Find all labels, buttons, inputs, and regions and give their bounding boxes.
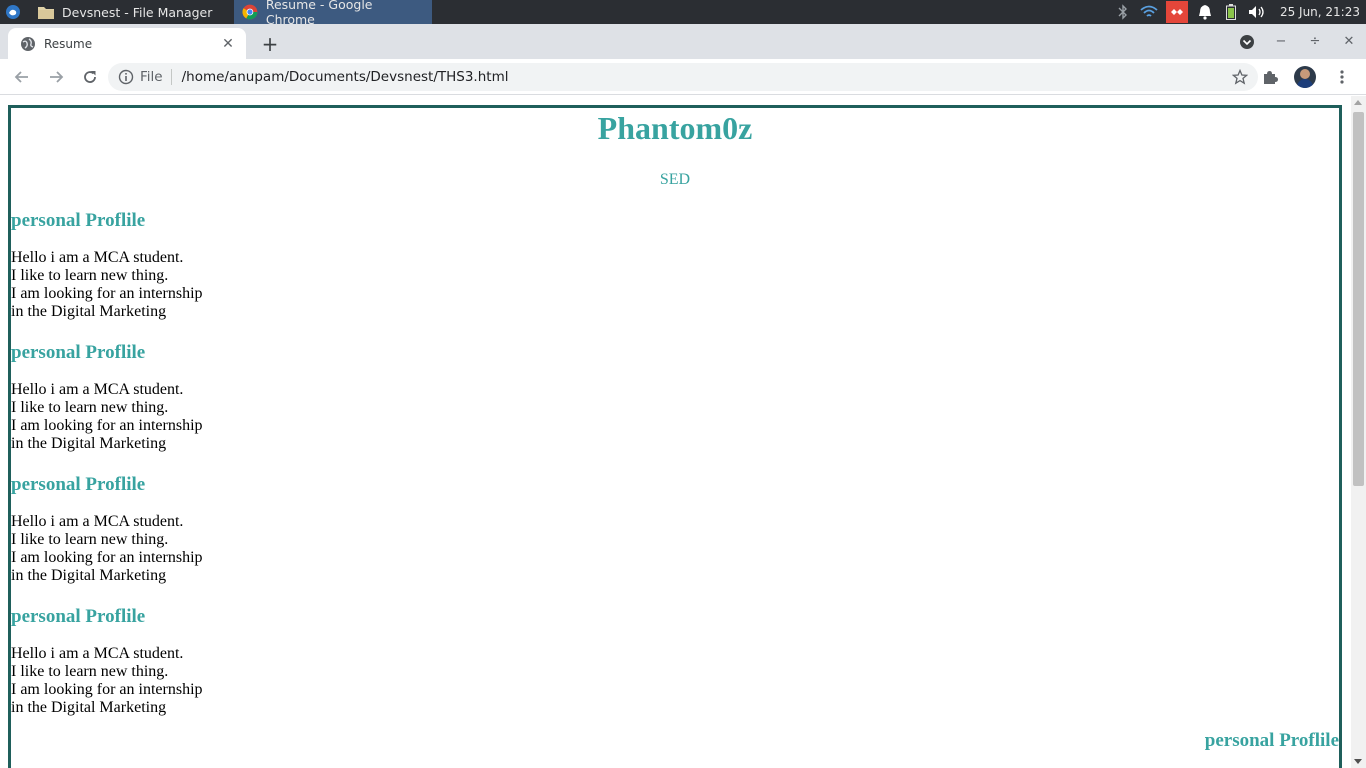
text-line: in the Digital Marketing — [11, 303, 167, 320]
text-line: Hello i am a MCA student. — [11, 381, 184, 398]
text-line: Hello i am a MCA student. — [11, 513, 184, 530]
section-heading: personal Proflile — [11, 606, 146, 627]
window-controls: − ÷ ✕ — [1230, 24, 1366, 59]
puzzle-icon — [1264, 71, 1278, 84]
start-menu-button[interactable] — [0, 0, 26, 24]
forward-button[interactable] — [40, 61, 72, 93]
text-line: in the Digital Marketing — [11, 435, 167, 452]
close-icon: ✕ — [1343, 34, 1355, 49]
taskbar-item-chrome[interactable]: Resume - Google Chrome — [234, 0, 432, 27]
globe-icon — [21, 36, 35, 51]
section-heading: personal Proflile — [11, 210, 146, 231]
volume-icon[interactable] — [1248, 3, 1266, 21]
page-viewport: Phantom0z SED personal Proflile Hello i … — [0, 96, 1366, 768]
extensions-area — [1252, 63, 1358, 91]
url-text[interactable]: /home/anupam/Documents/Devsnest/THS3.htm… — [182, 69, 1232, 85]
system-tray: 25 Jun, 21:23 — [1114, 0, 1366, 24]
minimize-button[interactable]: − — [1264, 24, 1298, 59]
profile-section: personal Proflile Hello i am a MCA stude… — [11, 606, 1339, 717]
browser-toolbar: File /home/anupam/Documents/Devsnest/THS… — [0, 59, 1366, 95]
reload-button[interactable] — [74, 61, 106, 93]
tab-title: Resume — [44, 36, 93, 51]
profile-section: personal Proflile Hello i am a MCA stude… — [11, 474, 1339, 585]
text-line: I like to learn new thing. — [11, 663, 169, 680]
section-text: Hello i am a MCA student. I like to lear… — [11, 249, 1339, 321]
text-line: in the Digital Marketing — [11, 699, 167, 716]
close-tab-icon[interactable]: ✕ — [220, 36, 236, 52]
browser-tab-strip: Resume ✕ + − ÷ ✕ — [0, 24, 1366, 59]
chrome-icon — [242, 4, 258, 20]
section-text: Hello i am a MCA student. I like to lear… — [11, 381, 1339, 453]
maximize-button[interactable]: ÷ — [1298, 24, 1332, 59]
info-icon[interactable] — [118, 69, 134, 85]
address-bar[interactable]: File /home/anupam/Documents/Devsnest/THS… — [108, 63, 1258, 91]
minimize-icon: − — [1275, 34, 1287, 49]
page-subtitle: SED — [659, 171, 691, 188]
tab-resume[interactable]: Resume ✕ — [8, 28, 246, 59]
maximize-icon: ÷ — [1309, 34, 1321, 49]
arrow-right-icon — [50, 70, 64, 83]
chevron-down-circle-icon — [1240, 34, 1254, 49]
back-button[interactable] — [6, 61, 38, 93]
wifi-icon[interactable] — [1140, 3, 1158, 21]
reload-icon — [84, 70, 96, 83]
scroll-down-arrow-icon[interactable] — [1354, 759, 1362, 764]
bluetooth-icon[interactable] — [1114, 3, 1132, 21]
battery-icon[interactable] — [1222, 3, 1240, 21]
new-tab-button[interactable]: + — [258, 32, 282, 56]
bell-icon[interactable] — [1196, 3, 1214, 21]
section-heading: personal Proflile — [11, 474, 146, 495]
extensions-button[interactable] — [1254, 61, 1286, 93]
chrome-menu-button[interactable] — [1326, 61, 1358, 93]
text-line: I am looking for an internship — [11, 681, 203, 698]
profile-avatar[interactable] — [1294, 66, 1316, 88]
section-text: Hello i am a MCA student. I like to lear… — [11, 513, 1339, 585]
vertical-scrollbar[interactable] — [1351, 96, 1366, 768]
text-line: I am looking for an internship — [11, 285, 203, 302]
whisker-menu-icon — [6, 5, 20, 19]
profile-section: personal Proflile Hello i am a MCA stude… — [11, 210, 1339, 321]
text-line: I like to learn new thing. — [11, 399, 169, 416]
arrow-left-icon — [14, 70, 28, 83]
text-line: Hello i am a MCA student. — [11, 249, 184, 266]
folder-icon — [38, 7, 54, 19]
taskbar-item-label: Resume - Google Chrome — [265, 0, 373, 27]
close-window-button[interactable]: ✕ — [1332, 24, 1366, 59]
taskbar-item-file-manager[interactable]: Devsnest - File Manager — [26, 0, 232, 24]
anydesk-icon[interactable] — [1165, 1, 1188, 23]
desktop-taskbar: Devsnest - File Manager Resume - Google … — [0, 0, 1366, 27]
text-line: I like to learn new thing. — [11, 267, 169, 284]
plus-icon: + — [261, 32, 279, 56]
more-vert-icon — [1340, 70, 1344, 84]
text-line: in the Digital Marketing — [11, 567, 167, 584]
profile-section: personal Proflile Hello i am a MCA stude… — [11, 342, 1339, 453]
text-line: I am looking for an internship — [11, 417, 203, 434]
scroll-up-arrow-icon[interactable] — [1354, 100, 1362, 105]
section-heading: personal Proflile — [11, 342, 146, 363]
section-text: Hello i am a MCA student. I like to lear… — [11, 645, 1339, 717]
bookmark-star-icon[interactable] — [1232, 69, 1248, 85]
section-heading-right: personal Proflile — [1204, 730, 1339, 751]
taskbar-item-label: Devsnest - File Manager — [62, 4, 213, 20]
text-line: I am looking for an internship — [11, 549, 203, 566]
page-title: Phantom0z — [597, 110, 753, 146]
text-line: I like to learn new thing. — [11, 531, 169, 548]
resume-container: Phantom0z SED personal Proflile Hello i … — [8, 105, 1342, 768]
clock[interactable]: 25 Jun, 21:23 — [1280, 5, 1360, 19]
text-line: Hello i am a MCA student. — [11, 645, 184, 662]
scrollbar-thumb[interactable] — [1353, 112, 1364, 486]
tab-search-button[interactable] — [1230, 24, 1264, 59]
url-scheme-label: File — [140, 69, 172, 85]
